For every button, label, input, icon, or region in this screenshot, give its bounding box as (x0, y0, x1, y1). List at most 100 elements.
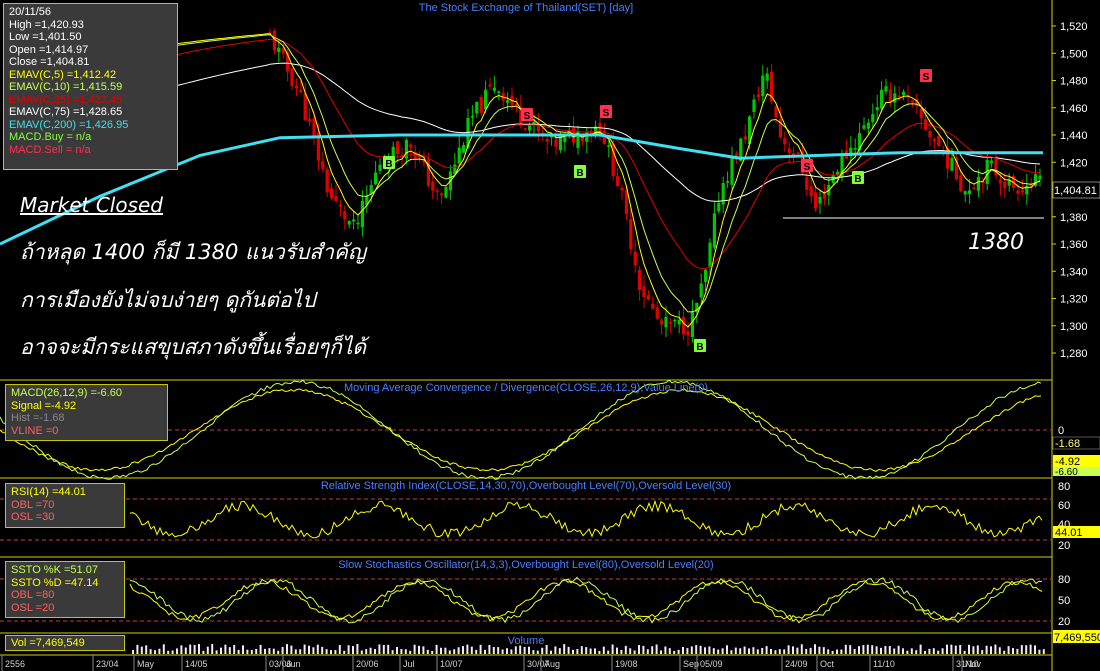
volume-bar (400, 649, 403, 654)
volume-bar (642, 645, 645, 654)
candle-body (673, 319, 677, 322)
volume-bar (941, 648, 944, 654)
volume-bar (677, 649, 680, 654)
volume-bar (646, 649, 649, 654)
candle-body (888, 89, 892, 103)
volume-bar (382, 645, 385, 654)
volume-bar (902, 648, 904, 654)
volume-bar (695, 645, 698, 654)
volume-bar (990, 646, 992, 654)
candle-body (743, 136, 747, 140)
analysis-note-line-3: อาจจะมีกระแสขุบสภาดังขึ้นเรื่อยๆก็ได้ (20, 335, 367, 359)
volume-bar (303, 644, 306, 654)
volume-bar (501, 649, 504, 654)
volume-bar (488, 645, 491, 654)
volume-bar (633, 650, 636, 654)
volume-bar (756, 649, 759, 654)
price-tick-label: 1,280 (1060, 348, 1088, 360)
ohlc-date: 20/11/56 (9, 6, 52, 18)
volume-bar (809, 647, 812, 654)
candle-body (998, 179, 1002, 184)
candle-body (932, 139, 936, 141)
candle-body (950, 158, 954, 171)
volume-info-box: Vol =7,469,549 (5, 635, 125, 651)
volume-bar (220, 647, 222, 654)
volume-bar (721, 648, 724, 654)
date-tick-label: Aug (544, 659, 560, 669)
candle-body (607, 145, 611, 147)
candle-body (1020, 190, 1024, 193)
volume-bar (1029, 644, 1032, 654)
volume-bar (787, 645, 790, 654)
date-tick-label: 23/04 (96, 659, 119, 669)
candle-body (902, 91, 906, 96)
volume-bar (1020, 645, 1023, 654)
price-tick-label: 1,420 (1060, 157, 1088, 169)
date-tick-label: Nov (965, 659, 982, 669)
volume-bar (862, 645, 865, 654)
volume-bar (717, 649, 720, 654)
volume-bar (356, 644, 359, 654)
candle-body (374, 172, 378, 185)
volume-bar (224, 644, 227, 654)
date-tick-label: Jul (403, 659, 415, 669)
candle-body (853, 148, 857, 150)
signal-letter: S (603, 108, 610, 119)
volume-bar (149, 649, 152, 654)
rsi-value-label: 44.01 (1055, 527, 1083, 539)
volume-bar (176, 648, 178, 654)
volume-bar (193, 644, 196, 654)
ema200-readout: EMAV(C,200) =1,426.95 (9, 118, 129, 131)
volume-bar (1042, 649, 1045, 654)
volume-bar (365, 649, 368, 654)
volume-bar (475, 649, 478, 654)
candle-body (752, 99, 756, 112)
date-tick-label: Oct (820, 659, 835, 669)
volume-bar (968, 644, 970, 654)
candle-body (312, 118, 316, 137)
volume-bar (171, 650, 174, 654)
volume-bar (352, 646, 354, 654)
volume-bar (651, 646, 654, 654)
hist-readout: Hist =-1.68 (11, 412, 65, 424)
volume-bar (985, 645, 988, 654)
volume-bar (431, 650, 434, 654)
volume-bar (950, 644, 953, 654)
volume-bar (246, 649, 249, 654)
volume-bar (343, 650, 346, 654)
macd-panel-title: Moving Average Convergence / Divergence(… (344, 382, 708, 394)
price-tick-label: 1,520 (1060, 21, 1088, 33)
volume-bar (387, 644, 390, 654)
volume-bar (1003, 650, 1006, 654)
price-tick-label: 1,480 (1060, 76, 1088, 88)
volume-bar (290, 645, 293, 654)
candle-body (396, 141, 400, 154)
vline-readout: VLINE =0 (11, 424, 59, 437)
candle-body (1038, 175, 1042, 180)
stoch-panel-title: Slow Stochastics Oscillator(14,3,3),Over… (338, 559, 713, 571)
candle-body (756, 94, 760, 98)
date-tick-label: Jun (286, 659, 301, 669)
candle-body (682, 316, 686, 335)
volume-bar (312, 647, 315, 654)
volume-bar (264, 648, 266, 654)
volume-bar (585, 647, 588, 654)
volume-bar (325, 649, 328, 654)
candle-body (783, 138, 787, 145)
volume-bar (814, 644, 816, 654)
volume-bar (132, 650, 134, 654)
volume-bar (743, 646, 746, 654)
volume-bar (448, 650, 451, 654)
candle-body (290, 68, 294, 87)
volume-bar (880, 647, 882, 654)
candle-body (338, 204, 342, 207)
volume-bar (563, 644, 566, 654)
price-tick-label: 1,320 (1060, 294, 1088, 306)
candle-body (686, 330, 690, 335)
volume-bar (308, 645, 310, 654)
volume-bar (915, 650, 918, 654)
candle-body (897, 95, 901, 98)
price-tick-label: 1,460 (1060, 103, 1088, 115)
macd-value: -6.60 (1055, 467, 1078, 478)
volume-bar (655, 644, 658, 654)
